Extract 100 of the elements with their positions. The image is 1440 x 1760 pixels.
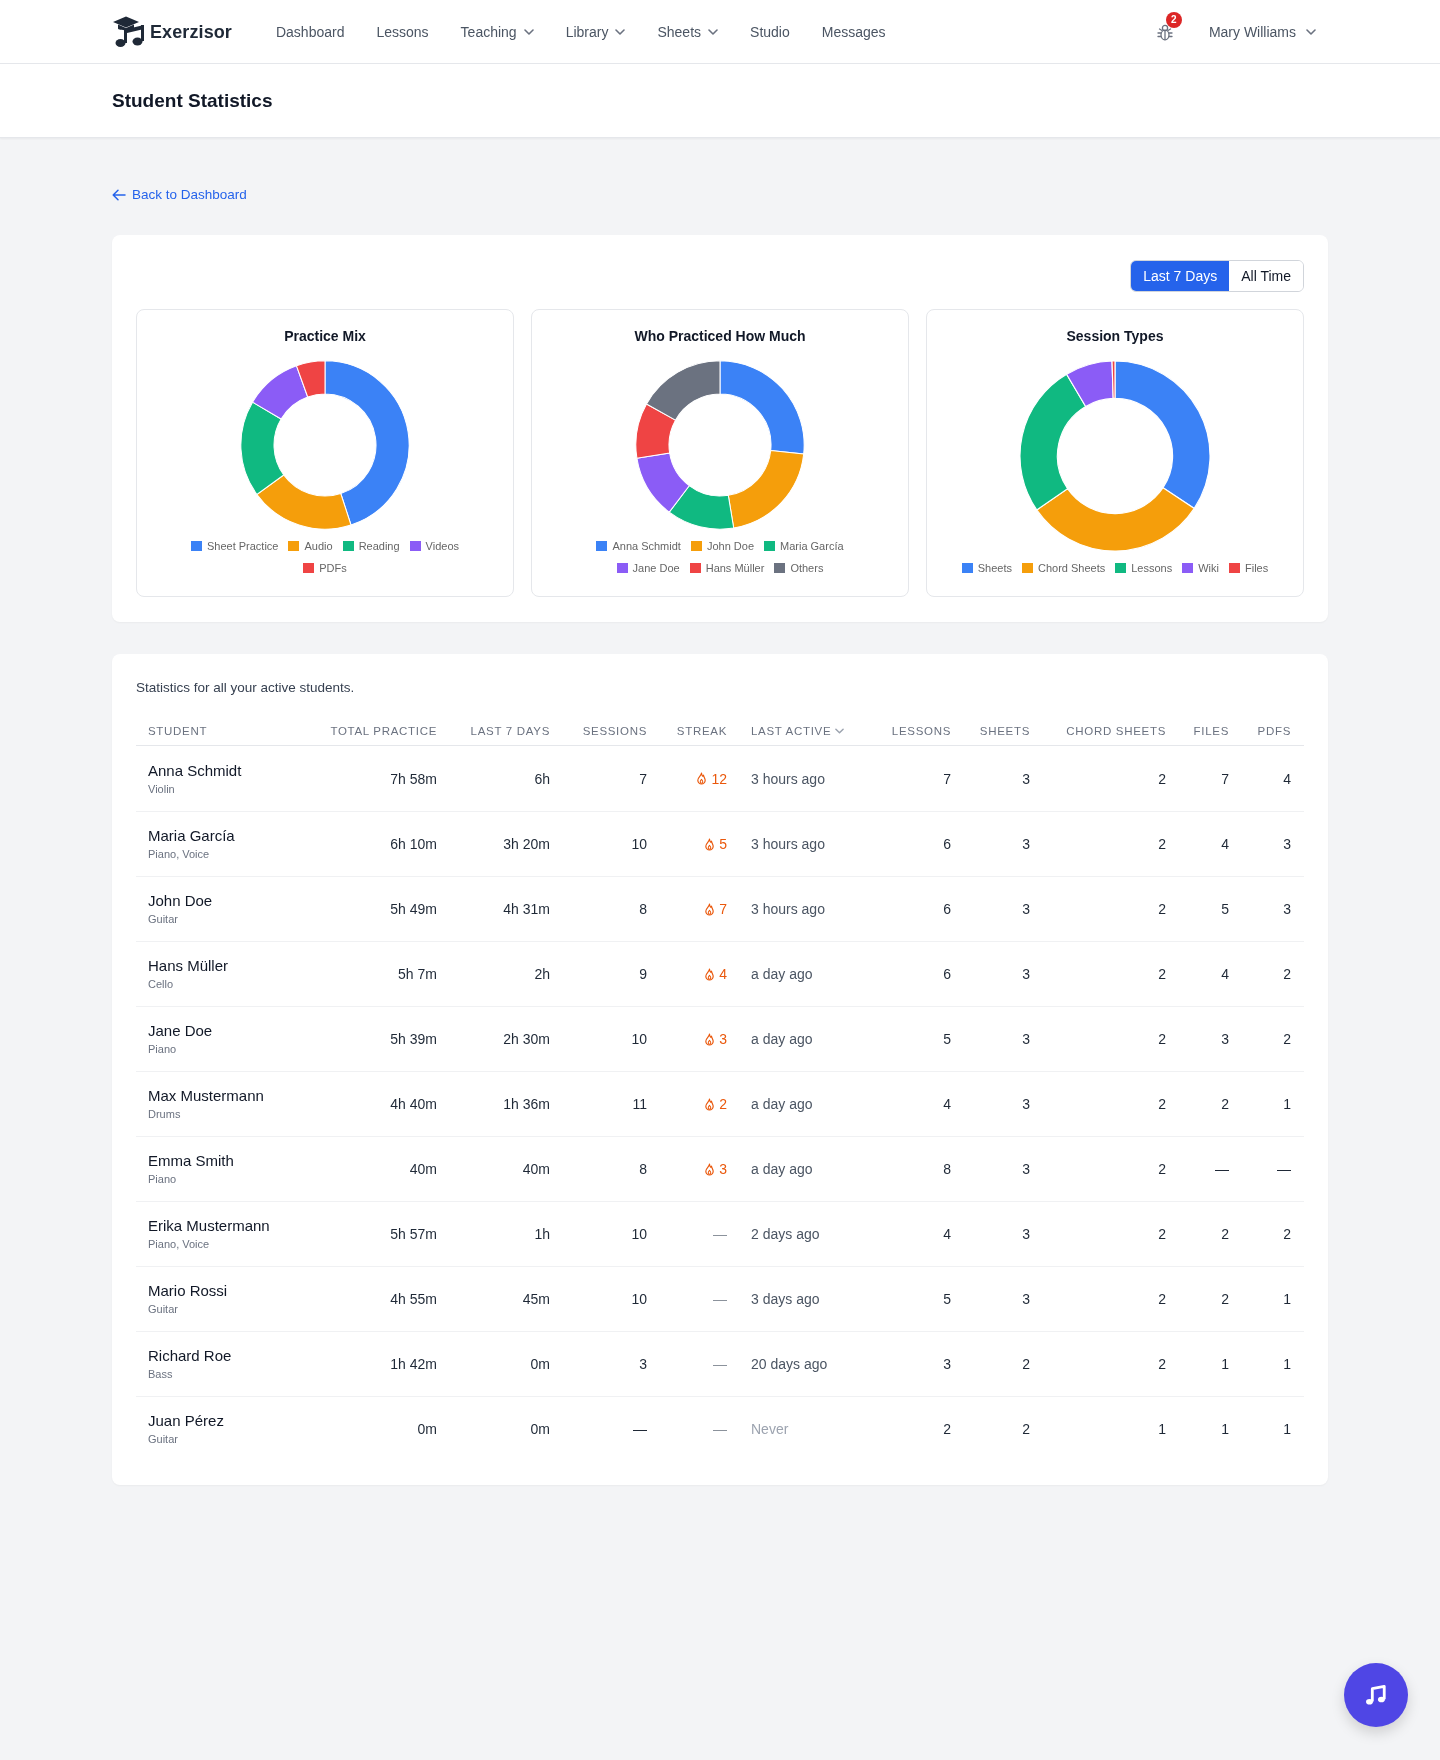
streak-count: 2 [719,1096,727,1112]
table-cell: 2 [1022,1356,1030,1372]
table-cell: 8 [943,1161,951,1177]
flame-icon [704,1032,716,1046]
flame-icon [704,837,716,851]
table-cell: 2 [1158,1356,1166,1372]
instrument-label: Bass [148,1367,174,1382]
column-header: PDFS [1257,724,1291,737]
table-cell: 2 [1158,901,1166,917]
table-cell: Never [751,1421,789,1437]
table-cell: 3 [1022,1031,1030,1047]
legend-label: Sheet Practice [206,540,279,552]
table-cell: 2h [534,966,550,982]
streak-count: 3 [719,1161,727,1177]
table-cell: 8 [639,1161,647,1177]
nav-link[interactable]: Sheets [657,24,719,40]
table-cell: 5h 49m [390,901,437,917]
legend-label: John Doe [706,540,754,552]
table-caption: Statistics for all your active students. [136,679,356,697]
bug-icon[interactable] [1156,23,1173,41]
student-name: Max Mustermann [148,1086,264,1106]
table-cell: 3 [1022,966,1030,982]
nav-link[interactable]: Messages [821,24,886,40]
column-header: SHEETS [979,724,1030,737]
table-cell: 3 [1022,901,1030,917]
table-cell: 4 [943,1226,951,1242]
table-cell: 3 [1022,1161,1030,1177]
table-cell: 2 [1158,770,1166,787]
legend-label: Hans Müller [705,562,765,574]
table-cell: 9 [639,966,647,982]
nav-link[interactable]: Dashboard [275,24,345,40]
user-menu[interactable]: Mary Williams [1208,24,1316,40]
table-cell: a day ago [751,1161,813,1177]
table-cell: 1 [1283,1096,1291,1112]
table-cell: 2h 30m [503,1031,550,1047]
table-cell: 45m [522,1291,550,1307]
table-cell: 2 [1158,1291,1166,1307]
column-header: CHORD SHEETS [1066,724,1166,737]
empty-value: — [713,1226,727,1242]
table-cell: 1h [534,1226,550,1242]
column-header: STUDENT [148,724,208,737]
brand-name[interactable]: Exerzisor [150,21,232,43]
legend-label: Wiki [1198,562,1219,574]
table-cell: 5h 7m [398,966,437,982]
column-header: LAST 7 DAYS [470,724,550,737]
table-cell: — [1215,1161,1229,1177]
nav-link[interactable]: Library [565,24,626,40]
legend-label: PDFs [319,562,347,574]
legend-label: Videos [425,540,460,552]
back-link[interactable]: Back to Dashboard [112,185,247,205]
nav-link[interactable]: Lessons [376,24,429,40]
music-note-icon [1363,1682,1389,1708]
music-button[interactable] [1344,1663,1408,1727]
chart-title: Session Types [1066,327,1164,346]
streak-count: 4 [719,966,727,982]
table-cell: a day ago [751,1031,813,1047]
table-cell: 6 [943,901,951,917]
flame-icon [704,902,716,916]
table-cell: 3 [1022,1226,1030,1242]
table-cell: 40m [409,1161,437,1177]
nav-link[interactable]: Teaching [460,24,534,40]
table-cell: 2 [1221,1226,1229,1242]
table-cell: 7 [1221,770,1229,787]
table-cell: 7 [639,770,647,787]
table-cell: 1h 42m [390,1356,437,1372]
table-cell: 0m [417,1421,437,1437]
table-cell: 6 [943,966,951,982]
instrument-label: Piano, Voice [148,847,211,862]
nav-link[interactable]: Studio [750,24,790,40]
table-cell: 4 [1221,966,1229,982]
table-cell: 3 [1283,836,1291,852]
legend-label: Reading [358,540,400,552]
empty-value: — [713,1421,727,1437]
student-name: Mario Rossi [148,1281,228,1301]
student-name: Erika Mustermann [148,1216,270,1236]
student-name: Anna Schmidt [148,760,242,781]
column-header: TOTAL PRACTICE [330,724,437,737]
legend-label: Chord Sheets [1038,562,1106,574]
range-tab[interactable]: Last 7 Days [1131,261,1230,291]
table-cell: 5h 57m [390,1226,437,1242]
table-cell: 20 days ago [751,1356,828,1372]
table-cell: 0m [530,1356,550,1372]
table-cell: 3 [1283,901,1291,917]
flame-icon [704,1097,716,1111]
table-cell: 6h 10m [390,836,437,852]
instrument-label: Guitar [148,1432,179,1447]
legend-label: Others [790,562,824,574]
streak-count: 5 [719,836,727,852]
table-cell: 4h 55m [390,1291,437,1307]
table-cell: 10 [631,836,647,852]
table-cell: 2 [1283,966,1291,982]
table-cell: 11 [632,1096,647,1112]
table-cell: 1 [1283,1356,1291,1372]
table-cell: 1 [1221,1421,1229,1437]
table-cell: 2 [1158,836,1166,852]
instrument-label: Cello [148,977,175,992]
count-badge: 2 [1165,11,1182,28]
student-name: Maria García [148,826,235,846]
donut-slice [636,452,690,513]
instrument-label: Piano [148,1172,178,1187]
